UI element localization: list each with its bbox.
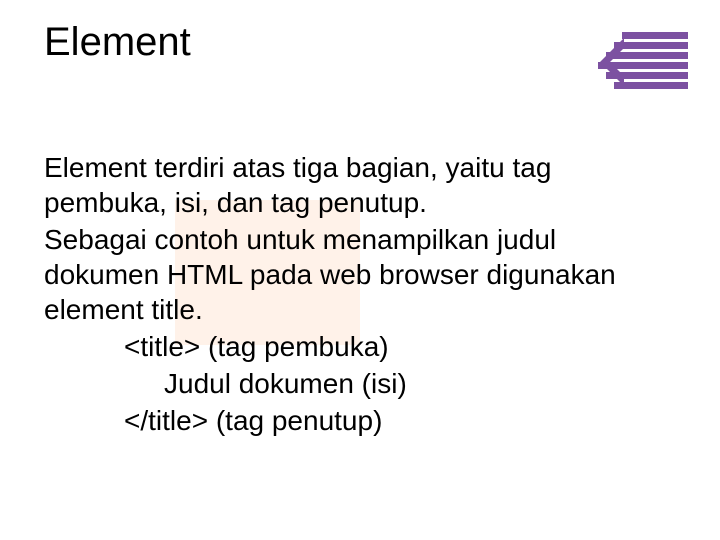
paragraph-1: Element terdiri atas tiga bagian, yaitu … <box>44 150 654 220</box>
p1-part-a: Element terdiri atas tiga bagian, yaitu <box>44 152 512 183</box>
example-line-1: <title> (tag pembuka) <box>124 329 654 364</box>
page-title: Element <box>44 20 191 65</box>
slide: Element Element terdiri atas tiga bagian… <box>0 0 720 540</box>
example-line-3: </title> (tag penutup) <box>124 403 654 438</box>
p2-part-a: Sebagai contoh untuk menampilkan judul d… <box>44 224 616 290</box>
logo-icon <box>590 28 690 98</box>
body-text: Element terdiri atas tiga bagian, yaitu … <box>44 150 654 440</box>
paragraph-2: Sebagai contoh untuk menampilkan judul d… <box>44 222 654 327</box>
p2-part-b: element title. <box>44 294 203 325</box>
example-line-2: Judul dokumen (isi) <box>164 366 654 401</box>
